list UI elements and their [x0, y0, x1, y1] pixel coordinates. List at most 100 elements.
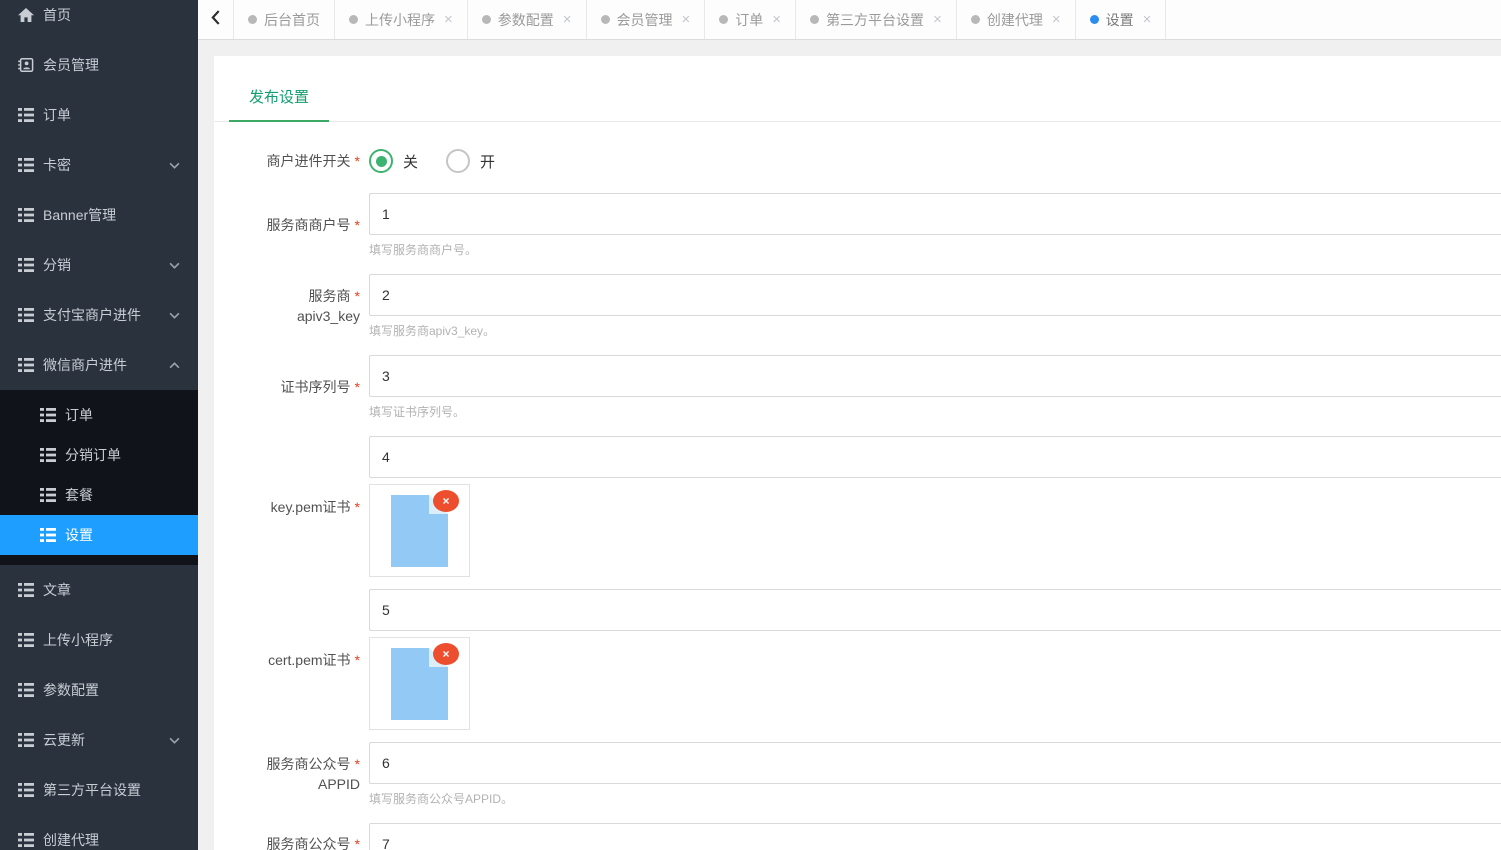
required-mark: *: [355, 217, 360, 233]
tab-label: 第三方平台设置: [826, 10, 924, 30]
tab-dot-icon: [1090, 15, 1099, 24]
sidebar-item-label: 订单: [43, 105, 71, 125]
official-account-input[interactable]: [369, 823, 1501, 850]
tab-publish-settings[interactable]: 发布设置: [229, 78, 329, 122]
chevron-down-icon: [169, 312, 180, 319]
radio-icon: [446, 149, 470, 173]
close-icon[interactable]: ×: [682, 12, 691, 27]
close-icon[interactable]: ×: [1052, 12, 1061, 27]
tab-parameters[interactable]: 参数配置 ×: [468, 0, 587, 39]
tab-members[interactable]: 会员管理 ×: [587, 0, 706, 39]
certpem-file-thumbnail[interactable]: ×: [369, 637, 470, 730]
list-icon: [18, 358, 34, 372]
sidebar-item-label: 创建代理: [43, 830, 99, 850]
tab-dot-icon: [349, 15, 358, 24]
radio-option-off[interactable]: 关: [369, 149, 418, 173]
list-icon: [18, 208, 34, 222]
sidebar-subitem-distribution-orders[interactable]: 分销订单: [0, 435, 198, 475]
sidebar-item-alipay-onboarding[interactable]: 支付宝商户进件: [0, 290, 198, 340]
required-mark: *: [355, 652, 360, 668]
tab-orders[interactable]: 订单 ×: [705, 0, 796, 39]
sidebar-item-label: 上传小程序: [43, 630, 113, 650]
apiv3-key-input[interactable]: [369, 274, 1501, 316]
address-book-icon: [18, 58, 34, 72]
sidebar-item-label: 支付宝商户进件: [43, 305, 141, 325]
list-icon: [18, 683, 34, 697]
radio-option-on[interactable]: 开: [446, 149, 495, 173]
radio-label: 关: [403, 151, 418, 172]
sidebar-menu: 首页 会员管理 订单 卡密 Ban: [0, 0, 198, 850]
tab-label: 订单: [735, 10, 763, 30]
form-row-apiv3-key: 服务商* apiv3_key 填写服务商apiv3_key。: [230, 274, 1501, 338]
sidebar-item-cloud-update[interactable]: 云更新: [0, 715, 198, 765]
sidebar-item-label: 会员管理: [43, 55, 99, 75]
close-icon[interactable]: ×: [772, 12, 781, 27]
sidebar-item-home[interactable]: 首页: [0, 0, 198, 40]
sidebar-item-cardkeys[interactable]: 卡密: [0, 140, 198, 190]
field-label: 服务商商户号*: [267, 215, 360, 235]
sidebar-item-upload-miniprogram[interactable]: 上传小程序: [0, 615, 198, 665]
merchant-id-input[interactable]: [369, 193, 1501, 235]
tab-label: 设置: [1106, 10, 1134, 30]
home-icon: [18, 8, 34, 22]
field-label: 商户进件开关*: [267, 151, 360, 171]
tab-upload-miniprogram[interactable]: 上传小程序 ×: [335, 0, 468, 39]
sidebar-item-label: 设置: [65, 525, 93, 545]
required-mark: *: [355, 379, 360, 395]
tab-dot-icon: [601, 15, 610, 24]
certpem-input[interactable]: [369, 589, 1501, 631]
sidebar-item-thirdparty-platform[interactable]: 第三方平台设置: [0, 765, 198, 815]
tabs-back-button[interactable]: [198, 0, 234, 39]
sidebar-item-label: 云更新: [43, 730, 85, 750]
sidebar-item-articles[interactable]: 文章: [0, 565, 198, 615]
tab-dot-icon: [971, 15, 980, 24]
list-icon: [18, 108, 34, 122]
sidebar-item-members[interactable]: 会员管理: [0, 40, 198, 90]
tab-settings[interactable]: 设置 ×: [1076, 0, 1167, 39]
sidebar-subitem-settings[interactable]: 设置: [0, 515, 198, 555]
list-icon: [40, 488, 56, 502]
list-icon: [18, 783, 34, 797]
sidebar-item-wechat-onboarding[interactable]: 微信商户进件: [0, 340, 198, 390]
sidebar-item-label: 分销: [43, 255, 71, 275]
cert-serial-input[interactable]: [369, 355, 1501, 397]
form-row-merchant-switch: 商户进件开关* 关 开: [230, 140, 1501, 182]
sidebar-item-label: 首页: [43, 5, 71, 25]
sidebar: 首页 会员管理 订单 卡密 Ban: [0, 0, 198, 850]
tab-create-agent[interactable]: 创建代理 ×: [957, 0, 1076, 39]
sidebar-item-distribution[interactable]: 分销: [0, 240, 198, 290]
sidebar-item-label: 第三方平台设置: [43, 780, 141, 800]
official-appid-input[interactable]: [369, 742, 1501, 784]
form-row-official-appid: 服务商公众号* APPID 填写服务商公众号APPID。: [230, 742, 1501, 806]
sidebar-item-orders[interactable]: 订单: [0, 90, 198, 140]
form-row-official-account: 服务商公众号*: [230, 823, 1501, 850]
sidebar-item-label: Banner管理: [43, 205, 116, 225]
field-help-text: 填写服务商公众号APPID。: [369, 792, 1501, 806]
close-icon[interactable]: ×: [563, 12, 572, 27]
section-tabs-header: 发布设置: [214, 56, 1501, 122]
keypem-file-thumbnail[interactable]: ×: [369, 484, 470, 577]
tab-backend-home[interactable]: 后台首页: [234, 0, 335, 39]
delete-file-icon[interactable]: ×: [433, 490, 459, 512]
sidebar-item-banner[interactable]: Banner管理: [0, 190, 198, 240]
close-icon[interactable]: ×: [933, 12, 942, 27]
tab-thirdparty-platform[interactable]: 第三方平台设置 ×: [796, 0, 957, 39]
tab-label: 会员管理: [617, 10, 673, 30]
sidebar-subitem-orders[interactable]: 订单: [0, 395, 198, 435]
sidebar-item-label: 卡密: [43, 155, 71, 175]
form-row-keypem: key.pem证书* ×: [230, 436, 1501, 577]
keypem-input[interactable]: [369, 436, 1501, 478]
close-icon[interactable]: ×: [444, 12, 453, 27]
chevron-down-icon: [169, 737, 180, 744]
close-icon[interactable]: ×: [1143, 12, 1152, 27]
main-area: 后台首页 上传小程序 × 参数配置 × 会员管理 × 订单 × 第三方平台设置 …: [198, 0, 1501, 850]
sidebar-subitem-packages[interactable]: 套餐: [0, 475, 198, 515]
sidebar-item-label: 参数配置: [43, 680, 99, 700]
delete-file-icon[interactable]: ×: [433, 643, 459, 665]
radio-label: 开: [480, 151, 495, 172]
sidebar-item-create-agent[interactable]: 创建代理: [0, 815, 198, 850]
list-icon: [18, 258, 34, 272]
field-label: key.pem证书*: [271, 497, 360, 517]
sidebar-item-parameters[interactable]: 参数配置: [0, 665, 198, 715]
chevron-up-icon: [169, 362, 180, 369]
